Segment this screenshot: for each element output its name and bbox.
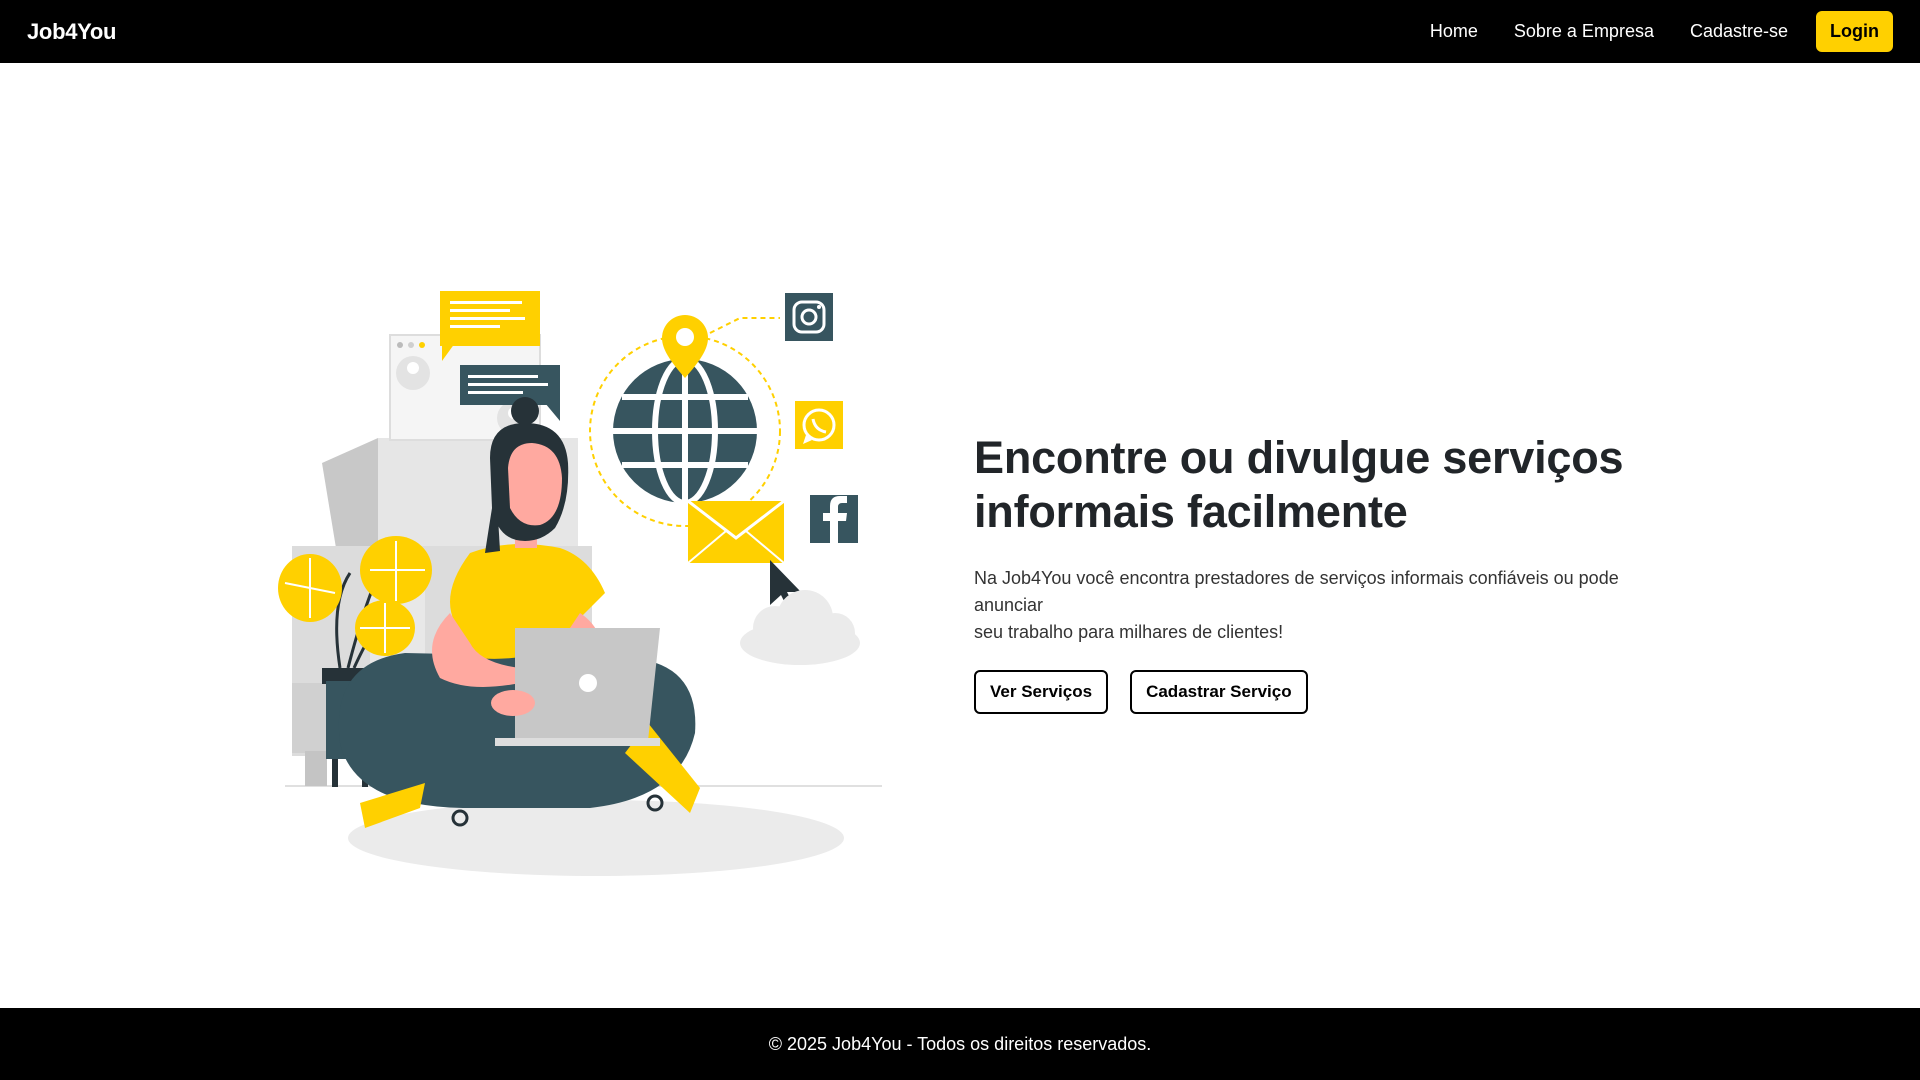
- hero-title: Encontre ou divulgue serviços informais …: [974, 431, 1694, 539]
- nav-links: Home Sobre a Empresa Cadastre-se Login: [1394, 11, 1893, 52]
- instagram-icon: [785, 293, 833, 341]
- hero-description-line-1: Na Job4You você encontra prestadores de …: [974, 568, 1619, 615]
- hero-title-line-1: Encontre ou divulgue serviços: [974, 432, 1624, 483]
- brand-logo[interactable]: Job4You: [27, 19, 116, 45]
- hero-text-block: Encontre ou divulgue serviços informais …: [974, 431, 1694, 714]
- hero-button-row: Ver Serviços Cadastrar Serviço: [974, 670, 1694, 714]
- email-envelope-icon: [687, 499, 785, 564]
- hero-section: Encontre ou divulgue serviços informais …: [0, 63, 1920, 1008]
- connector-line: [709, 317, 780, 334]
- floor-shadow: [348, 800, 844, 876]
- footer-copyright: © 2025 Job4You - Todos os direitos reser…: [768, 1033, 1152, 1054]
- hero-illustration: [278, 291, 882, 876]
- globe-icon: [613, 356, 757, 506]
- nav-link-home[interactable]: Home: [1430, 21, 1478, 42]
- whatsapp-icon: [795, 401, 843, 449]
- cloud-icon: [740, 590, 860, 665]
- nav-link-cadastre-se[interactable]: Cadastre-se: [1690, 21, 1788, 42]
- top-navbar: Job4You Home Sobre a Empresa Cadastre-se…: [0, 0, 1920, 63]
- hero-title-line-2: informais facilmente: [974, 486, 1408, 537]
- facebook-icon: [810, 495, 858, 543]
- hero-description-line-2: seu trabalho para milhares de clientes!: [974, 622, 1284, 642]
- cadastrar-servico-button[interactable]: Cadastrar Serviço: [1130, 670, 1308, 714]
- login-button[interactable]: Login: [1816, 11, 1893, 52]
- page-footer: © 2025 Job4You - Todos os direitos reser…: [0, 1008, 1920, 1080]
- hero-description: Na Job4You você encontra prestadores de …: [974, 565, 1684, 646]
- nav-link-sobre-a-empresa[interactable]: Sobre a Empresa: [1514, 21, 1654, 42]
- ver-servicos-button[interactable]: Ver Serviços: [974, 670, 1109, 714]
